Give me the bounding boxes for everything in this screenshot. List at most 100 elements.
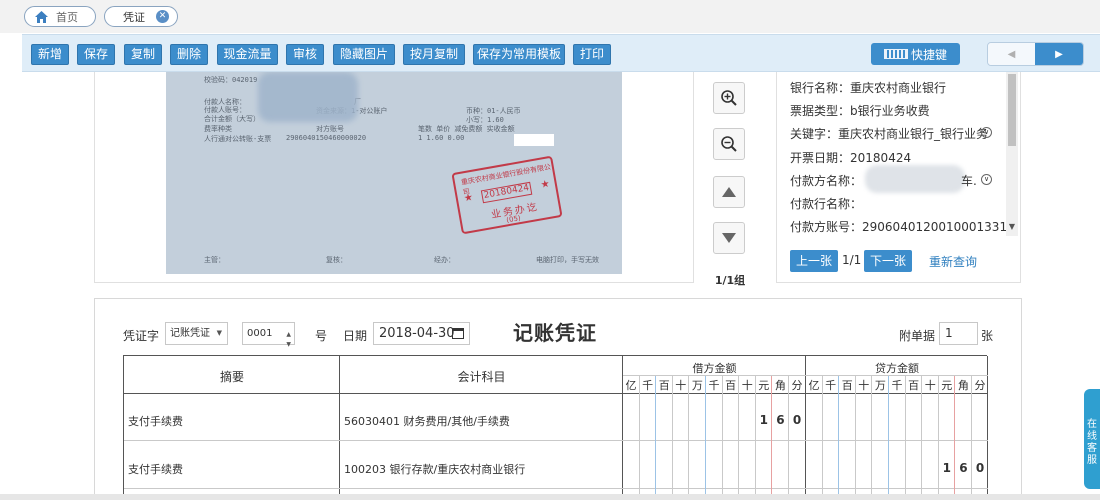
tab-voucher[interactable]: 凭证 ✕: [104, 6, 178, 27]
page-count: 1/1组: [714, 274, 746, 287]
print-button[interactable]: 打印: [573, 44, 611, 65]
grid-line: [124, 488, 988, 489]
info-scrollbar[interactable]: ▼: [1006, 72, 1018, 236]
info-payer-account: 付款方账号：2906040120010001331: [790, 218, 1007, 235]
receipt-info-panel: 银行名称：重庆农村商业银行 票据类型：b银行业务收费 关键字：重庆农村商业银行_…: [776, 72, 1021, 283]
grid-line: [623, 375, 988, 376]
info-keyword: 关键字：重庆农村商业银行_银行业务: [790, 125, 1006, 142]
voucher-form: 凭证字 记账凭证 ▼ 0001 ▲ ▼ 号 日期 2018-04-30 记账凭证…: [94, 298, 1022, 500]
close-icon[interactable]: ✕: [156, 10, 169, 23]
calendar-icon[interactable]: [452, 328, 464, 339]
next-record-button[interactable]: ▶: [1035, 43, 1083, 65]
digit-column-line: [754, 376, 756, 500]
info-value: 重庆农村商业银行: [850, 81, 947, 95]
shortcut-button[interactable]: 快捷键: [871, 43, 960, 65]
row-account[interactable]: 56030401 财务费用/其他/手续费: [344, 413, 510, 429]
info-bill-type: 票据类型：b银行业务收费: [790, 102, 930, 119]
voucher-title: 记账凭证: [513, 321, 597, 345]
attachment-count-label: 附单据: [899, 329, 936, 343]
row-account[interactable]: 100203 银行存款/重庆农村商业银行: [344, 461, 525, 477]
voucher-number-value: 0001: [247, 328, 273, 339]
scan-line: 费率种类: [204, 125, 232, 133]
digit-unit-label: 十: [924, 379, 936, 392]
digit-column-line: [921, 376, 923, 500]
record-nav: ◀ ▶: [987, 42, 1084, 66]
zoom-out-button[interactable]: [713, 128, 745, 160]
save-button[interactable]: 保存: [77, 44, 115, 65]
scroll-down-arrow-icon[interactable]: ▼: [1007, 222, 1017, 231]
info-payer-bank: 付款行名称：: [790, 195, 862, 212]
scroll-up-button[interactable]: [713, 176, 745, 208]
digit-column-line: [655, 376, 657, 500]
receipt-page: 1/1: [842, 253, 862, 267]
info-payer-name-value: 车.: [961, 174, 977, 188]
tab-home-label: 首页: [56, 10, 78, 24]
prev-receipt-button[interactable]: 上一张: [790, 250, 838, 272]
info-value: 重庆农村商业银行_银行业务: [838, 127, 989, 141]
digit-column-line: [788, 376, 789, 500]
digit-unit-label: 百: [908, 379, 920, 392]
digit-unit-label: 分: [974, 379, 986, 392]
save-template-button[interactable]: 保存为常用模板: [473, 44, 565, 65]
grid-line: [124, 393, 988, 394]
scan-line: 复核：: [326, 256, 347, 264]
voucher-number-suffix: 号: [315, 329, 328, 343]
cash-flow-button[interactable]: 现金流量: [217, 44, 278, 65]
voucher-number-stepper[interactable]: 0001 ▲ ▼: [242, 322, 295, 348]
new-button[interactable]: 新增: [31, 44, 69, 65]
digit-unit-label: 十: [858, 379, 870, 392]
scrollbar-thumb[interactable]: [1008, 74, 1016, 146]
voucher-entry-table: 摘要 会计科目 借方金额 贷方金额 支付手续费 56030401 财务费用/其他…: [123, 355, 988, 500]
digit-column-line: [888, 376, 889, 500]
digit-unit-label: 元: [758, 379, 770, 392]
info-label: 付款方账号：: [790, 220, 863, 234]
attachment-count-input[interactable]: 1: [939, 322, 978, 345]
bank-stamp: 重庆农村商业银行股份有限公司 ★ 20180424 ★ 业务办讫 (05): [451, 155, 563, 235]
triangle-down-icon: [722, 233, 736, 243]
online-service-widget[interactable]: 在线客服: [1084, 389, 1100, 489]
audit-button[interactable]: 审核: [286, 44, 324, 65]
header-account: 会计科目: [457, 370, 506, 384]
scan-line: 1 1.60 0.00: [418, 134, 465, 142]
amount-digit: 0: [975, 461, 985, 475]
monthly-copy-button[interactable]: 按月复制: [403, 44, 465, 65]
digit-unit-label: 千: [708, 379, 720, 392]
stepper-down-icon[interactable]: ▼: [286, 334, 291, 355]
digit-unit-label: 元: [941, 379, 953, 392]
zoom-in-button[interactable]: [713, 82, 745, 114]
hide-image-button[interactable]: 隐藏图片: [333, 44, 395, 65]
digit-column-line: [838, 376, 840, 500]
tab-home[interactable]: 首页: [24, 6, 96, 27]
requery-link[interactable]: 重新查询: [929, 253, 977, 270]
digit-column-line: [854, 376, 856, 500]
row-summary[interactable]: 支付手续费: [128, 461, 183, 477]
header-credit: 贷方金额: [875, 362, 919, 375]
date-field[interactable]: 2018-04-30: [373, 322, 470, 345]
expand-icon[interactable]: ∨: [981, 127, 992, 138]
horizontal-scrollbar[interactable]: [0, 494, 1100, 500]
shortcut-label: 快捷键: [910, 47, 947, 62]
digit-column-line: [904, 376, 906, 500]
prev-record-button[interactable]: ◀: [988, 43, 1036, 65]
digit-unit-label: 万: [874, 379, 886, 392]
amount-digit: 1: [942, 461, 951, 475]
digit-column-line: [821, 376, 823, 500]
info-label: 票据类型：: [790, 104, 851, 118]
amount-digit: 6: [959, 461, 968, 475]
keyboard-icon: [883, 49, 908, 59]
info-label: 开票日期：: [790, 151, 851, 165]
scroll-down-button[interactable]: [713, 222, 745, 254]
attachment-unit: 张: [981, 329, 994, 343]
info-value: 2906040120010001331: [862, 220, 1008, 234]
next-receipt-button[interactable]: 下一张: [864, 250, 912, 272]
row-summary[interactable]: 支付手续费: [128, 413, 183, 429]
copy-button[interactable]: 复制: [124, 44, 162, 65]
voucher-type-select[interactable]: 记账凭证 ▼: [165, 322, 228, 345]
delete-button[interactable]: 删除: [170, 44, 208, 65]
online-service-label: 在线客服: [1087, 419, 1097, 466]
digit-unit-label: 百: [658, 379, 670, 392]
digit-column-line: [705, 376, 706, 500]
expand-icon[interactable]: ∨: [981, 174, 992, 185]
info-label: 银行名称：: [790, 81, 851, 95]
scan-line: 人行通对公转账-支票: [204, 135, 272, 143]
